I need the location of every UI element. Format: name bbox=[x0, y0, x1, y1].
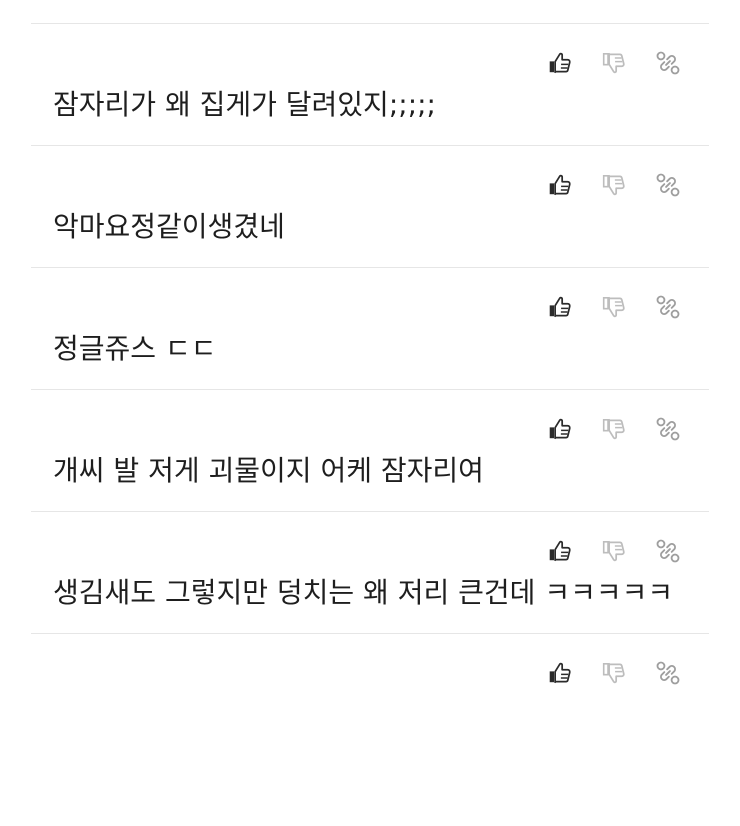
thumbs-up-icon bbox=[547, 294, 573, 320]
comment-list: 잠자리가 왜 집게가 달려있지;;;;; 악마요정같이생겼네 정글쥬스 ㄷㄷ 개… bbox=[31, 23, 709, 695]
comment-actions bbox=[31, 45, 709, 81]
comment-actions bbox=[31, 411, 709, 447]
like-button[interactable] bbox=[546, 655, 574, 691]
comment-actions bbox=[31, 655, 709, 695]
comment-text: 잠자리가 왜 집게가 달려있지;;;;; bbox=[53, 88, 436, 121]
thumbs-down-icon bbox=[601, 416, 627, 442]
thumbs-up-icon bbox=[547, 50, 573, 76]
thumbs-down-icon bbox=[601, 538, 627, 564]
link-icon bbox=[655, 416, 681, 442]
comment-item: 개씨 발 저게 괴물이지 어케 잠자리여 bbox=[31, 389, 709, 488]
thumbs-up-icon bbox=[547, 416, 573, 442]
link-button[interactable] bbox=[654, 45, 682, 81]
link-button[interactable] bbox=[654, 411, 682, 447]
comment-text: 개씨 발 저게 괴물이지 어케 잠자리여 bbox=[53, 454, 484, 487]
like-button[interactable] bbox=[546, 289, 574, 325]
comment-item: 생김새도 그렇지만 덩치는 왜 저리 큰건데 ㅋㅋㅋㅋㅋ bbox=[31, 511, 709, 610]
comment-item: 악마요정같이생겼네 bbox=[31, 145, 709, 244]
link-icon bbox=[655, 538, 681, 564]
like-button[interactable] bbox=[546, 167, 574, 203]
thumbs-down-icon bbox=[601, 172, 627, 198]
comment-actions bbox=[31, 533, 709, 569]
link-icon bbox=[655, 50, 681, 76]
thumbs-up-icon bbox=[547, 660, 573, 686]
comment-text: 정글쥬스 ㄷㄷ bbox=[53, 332, 217, 365]
link-icon bbox=[655, 660, 681, 686]
thumbs-down-icon bbox=[601, 660, 627, 686]
dislike-button[interactable] bbox=[600, 45, 628, 81]
thumbs-up-icon bbox=[547, 172, 573, 198]
link-button[interactable] bbox=[654, 289, 682, 325]
comment-actions bbox=[31, 167, 709, 203]
comment-text: 악마요정같이생겼네 bbox=[53, 210, 285, 243]
link-button[interactable] bbox=[654, 533, 682, 569]
comment-item: 잠자리가 왜 집게가 달려있지;;;;; bbox=[31, 23, 709, 122]
dislike-button[interactable] bbox=[600, 533, 628, 569]
thumbs-up-icon bbox=[547, 538, 573, 564]
dislike-button[interactable] bbox=[600, 289, 628, 325]
dislike-button[interactable] bbox=[600, 411, 628, 447]
thumbs-down-icon bbox=[601, 294, 627, 320]
link-icon bbox=[655, 172, 681, 198]
link-button[interactable] bbox=[654, 167, 682, 203]
link-button[interactable] bbox=[654, 655, 682, 691]
link-icon bbox=[655, 294, 681, 320]
comment-actions bbox=[31, 289, 709, 325]
like-button[interactable] bbox=[546, 533, 574, 569]
dislike-button[interactable] bbox=[600, 167, 628, 203]
like-button[interactable] bbox=[546, 411, 574, 447]
like-button[interactable] bbox=[546, 45, 574, 81]
thumbs-down-icon bbox=[601, 50, 627, 76]
comment-item: 정글쥬스 ㄷㄷ bbox=[31, 267, 709, 366]
comment-item bbox=[31, 633, 709, 695]
comment-text: 생김새도 그렇지만 덩치는 왜 저리 큰건데 ㅋㅋㅋㅋㅋ bbox=[53, 576, 674, 609]
dislike-button[interactable] bbox=[600, 655, 628, 691]
